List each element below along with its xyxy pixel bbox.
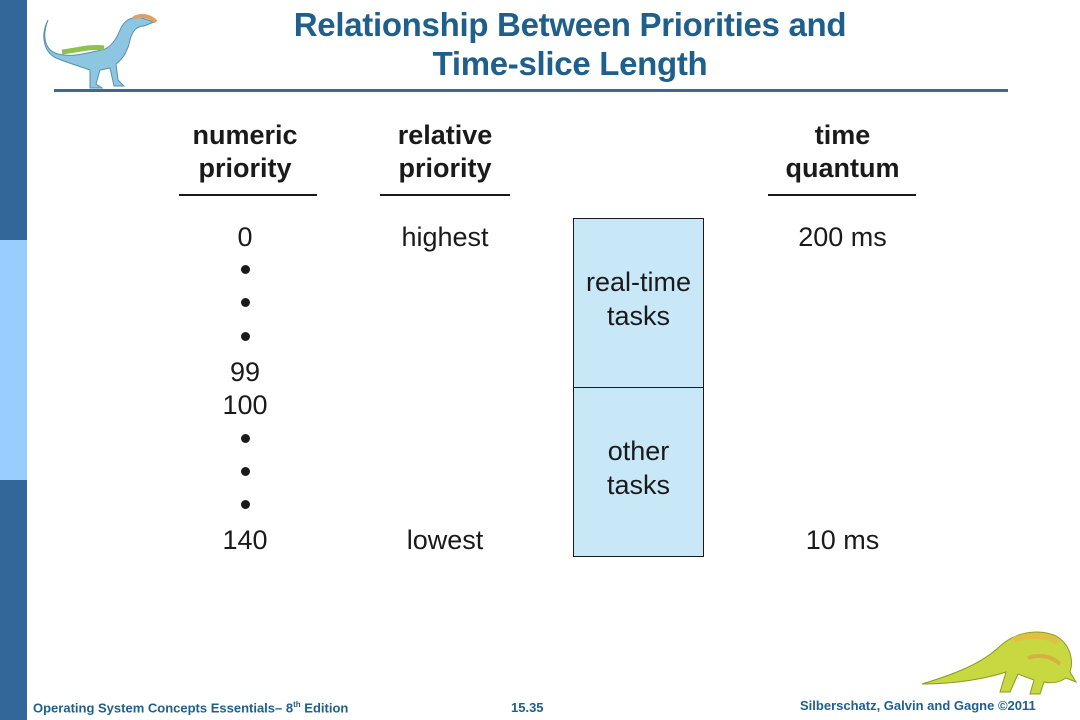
sidebar-bar (0, 0, 27, 720)
header-relative-rule (380, 194, 510, 196)
realtime-label-2: tasks (606, 301, 671, 331)
ellipsis-dot (241, 298, 250, 307)
footer-edition-text: Edition (300, 700, 349, 716)
footer-page-number: 15.35 (511, 700, 544, 715)
dinosaur-icon (43, 13, 158, 89)
other-label-1: other (607, 436, 670, 466)
title-line-1: Relationship Between Priorities and (293, 6, 847, 43)
relative-lowest: lowest (406, 525, 484, 555)
ellipsis-dot (241, 265, 250, 274)
header-numeric-line1: numeric (192, 120, 298, 150)
other-tasks-box: other tasks (573, 387, 704, 557)
ellipsis-dot (241, 434, 250, 443)
footer-book-title-text: Operating System Concepts Essentials– 8 (33, 700, 294, 716)
other-label-2: tasks (606, 470, 671, 500)
quantum-200ms: 200 ms (798, 222, 887, 252)
header-numeric-line2: priority (198, 153, 292, 183)
header-numeric-rule (179, 194, 317, 196)
ellipsis-dot (241, 467, 250, 476)
footer-edition-sup: th (293, 700, 301, 709)
title-underline (54, 89, 1008, 92)
ellipsis-dot (241, 500, 250, 509)
numeric-value-140: 140 (222, 525, 268, 555)
header-quantum-line2: quantum (785, 153, 900, 183)
footer-copyright: Silberschatz, Galvin and Gagne ©2011 (800, 698, 1036, 713)
title-line-2: Time-slice Length (432, 45, 708, 82)
ellipsis-dot (241, 332, 250, 341)
header-time-quantum: time quantum (765, 119, 920, 185)
quantum-10ms: 10 ms (805, 525, 880, 555)
relative-highest: highest (401, 222, 489, 252)
numeric-value-99: 99 (229, 357, 261, 387)
numeric-value-100: 100 (222, 390, 268, 420)
header-quantum-rule (768, 194, 916, 196)
header-relative-priority: relative priority (370, 119, 520, 185)
dinosaur-icon (921, 631, 1078, 695)
sidebar-highlight (0, 240, 27, 480)
header-numeric-priority: numeric priority (170, 119, 320, 185)
realtime-label-1: real-time (585, 267, 692, 297)
slide-title: Relationship Between Priorities and Time… (180, 5, 960, 83)
header-quantum-line1: time (814, 120, 871, 150)
header-relative-line1: relative (397, 120, 493, 150)
footer-book-title: Operating System Concepts Essentials– 8t… (33, 700, 348, 715)
header-relative-line2: priority (398, 153, 492, 183)
numeric-value-0: 0 (237, 222, 253, 252)
realtime-tasks-box: real-time tasks (573, 218, 704, 389)
